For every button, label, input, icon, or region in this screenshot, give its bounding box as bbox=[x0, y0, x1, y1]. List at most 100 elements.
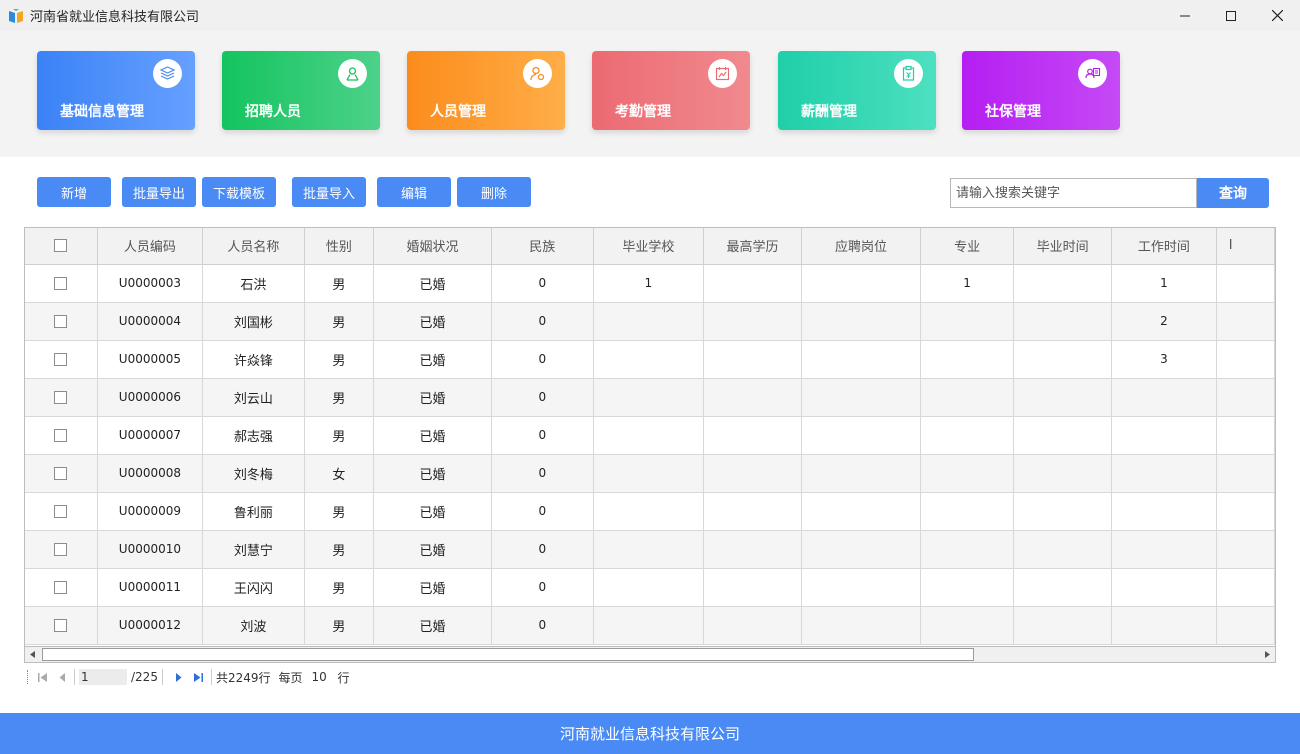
row-checkbox[interactable] bbox=[54, 467, 68, 480]
table-cell: 男 bbox=[304, 378, 374, 417]
add-button[interactable]: 新增 bbox=[37, 177, 111, 207]
minimize-button[interactable] bbox=[1162, 0, 1208, 31]
row-checkbox[interactable] bbox=[54, 543, 68, 556]
column-header[interactable]: 应聘岗位 bbox=[801, 228, 922, 265]
column-header[interactable]: 婚姻状况 bbox=[373, 228, 492, 265]
search-button[interactable]: 查询 bbox=[1197, 178, 1269, 208]
row-checkbox[interactable] bbox=[54, 581, 68, 594]
close-icon bbox=[1271, 10, 1283, 21]
select-all-checkbox[interactable] bbox=[54, 239, 68, 253]
table-row[interactable]: U0000007 郝志强男已婚 0 bbox=[25, 416, 1275, 455]
close-button[interactable] bbox=[1254, 0, 1300, 31]
column-header[interactable]: 专业 bbox=[920, 228, 1015, 265]
table-cell: 1 bbox=[593, 264, 705, 303]
maximize-icon bbox=[1226, 10, 1236, 21]
table-row[interactable]: U0000009 鲁利丽男已婚 0 bbox=[25, 492, 1275, 531]
row-select-cell[interactable] bbox=[25, 302, 98, 341]
row-checkbox[interactable] bbox=[54, 619, 68, 632]
row-checkbox[interactable] bbox=[54, 391, 68, 404]
scrollbar-thumb[interactable] bbox=[42, 648, 974, 661]
module-card-personnel[interactable]: 人员管理 bbox=[407, 51, 565, 130]
table-cell: 0 bbox=[491, 416, 594, 455]
table-cell bbox=[593, 454, 705, 493]
row-checkbox[interactable] bbox=[54, 429, 68, 442]
prev-page-button[interactable] bbox=[54, 669, 70, 685]
row-select-cell[interactable] bbox=[25, 606, 98, 645]
next-page-button[interactable] bbox=[171, 669, 187, 685]
table-row[interactable]: U0000004 刘国彬男已婚 0 2 bbox=[25, 302, 1275, 341]
scroll-left-button[interactable] bbox=[25, 647, 41, 662]
table-cell bbox=[801, 264, 922, 303]
table-cell: 0 bbox=[491, 302, 594, 341]
row-checkbox[interactable] bbox=[54, 315, 68, 328]
table-cell bbox=[593, 606, 705, 645]
horizontal-scrollbar[interactable] bbox=[24, 646, 1276, 663]
table-cell bbox=[1216, 264, 1275, 303]
row-select-cell[interactable] bbox=[25, 416, 98, 455]
row-select-cell[interactable] bbox=[25, 530, 98, 569]
column-header[interactable]: 毕业学校 bbox=[593, 228, 705, 265]
table-cell bbox=[920, 378, 1015, 417]
table-cell bbox=[920, 302, 1015, 341]
column-header[interactable]: 工作时间 bbox=[1111, 228, 1217, 265]
batch-import-button[interactable]: 批量导入 bbox=[292, 177, 366, 207]
table-cell bbox=[703, 340, 803, 379]
column-header[interactable]: 人员编码 bbox=[97, 228, 203, 265]
clipboard-money-icon bbox=[894, 59, 923, 88]
data-grid: 人员编码 人员名称 性别 婚姻状况 民族 毕业学校 最高学历 应聘岗位 专业 毕… bbox=[24, 227, 1276, 663]
first-page-button[interactable] bbox=[34, 669, 50, 685]
row-select-cell[interactable] bbox=[25, 264, 98, 303]
per-page-value[interactable]: 10 bbox=[312, 670, 334, 684]
column-header[interactable]: 人员名称 bbox=[202, 228, 305, 265]
row-select-cell[interactable] bbox=[25, 568, 98, 607]
edit-button[interactable]: 编辑 bbox=[377, 177, 451, 207]
module-card-attendance[interactable]: 考勤管理 bbox=[592, 51, 750, 130]
table-cell: 石洪 bbox=[202, 264, 305, 303]
module-card-recruit[interactable]: 招聘人员 bbox=[222, 51, 380, 130]
table-cell: 2 bbox=[1111, 302, 1217, 341]
scroll-right-button[interactable] bbox=[1259, 647, 1275, 662]
column-header[interactable]: 性别 bbox=[304, 228, 374, 265]
column-header[interactable]: 毕业时间 bbox=[1013, 228, 1113, 265]
table-row[interactable]: U0000006 刘云山男已婚 0 bbox=[25, 378, 1275, 417]
table-row[interactable]: U0000011 王闪闪男已婚 0 bbox=[25, 568, 1275, 607]
table-cell: U0000006 bbox=[97, 378, 203, 417]
table-cell bbox=[1111, 606, 1217, 645]
column-header[interactable]: 民族 bbox=[491, 228, 594, 265]
row-checkbox[interactable] bbox=[54, 353, 68, 366]
column-header[interactable]: I bbox=[1216, 228, 1275, 265]
table-cell bbox=[1216, 492, 1275, 531]
column-header[interactable]: 最高学历 bbox=[703, 228, 803, 265]
table-cell bbox=[1216, 378, 1275, 417]
table-cell bbox=[1013, 378, 1113, 417]
delete-button[interactable]: 删除 bbox=[457, 177, 531, 207]
table-cell: 已婚 bbox=[373, 302, 492, 341]
maximize-button[interactable] bbox=[1208, 0, 1254, 31]
row-checkbox[interactable] bbox=[54, 505, 68, 518]
table-cell: 刘波 bbox=[202, 606, 305, 645]
table-row[interactable]: U0000005 许焱锋男已婚 0 3 bbox=[25, 340, 1275, 379]
module-card-social-security[interactable]: 社保管理 bbox=[962, 51, 1120, 130]
table-cell bbox=[1013, 492, 1113, 531]
select-all-cell[interactable] bbox=[25, 228, 98, 265]
table-row[interactable]: U0000012 刘波男已婚 0 bbox=[25, 606, 1275, 645]
table-row[interactable]: U0000008 刘冬梅女已婚 0 bbox=[25, 454, 1275, 493]
download-template-button[interactable]: 下载模板 bbox=[202, 177, 276, 207]
per-page-label: 每页 bbox=[278, 670, 303, 685]
module-card-salary[interactable]: 薪酬管理 bbox=[778, 51, 936, 130]
row-select-cell[interactable] bbox=[25, 340, 98, 379]
current-page-input[interactable] bbox=[79, 669, 127, 685]
row-checkbox[interactable] bbox=[54, 277, 68, 290]
table-row[interactable]: U0000003 石洪男已婚 0 1 1 1 bbox=[25, 264, 1275, 303]
module-card-label: 考勤管理 bbox=[615, 104, 671, 120]
table-row[interactable]: U0000010 刘慧宁男已婚 0 bbox=[25, 530, 1275, 569]
row-select-cell[interactable] bbox=[25, 454, 98, 493]
search-input[interactable] bbox=[950, 178, 1197, 208]
row-select-cell[interactable] bbox=[25, 492, 98, 531]
last-page-button[interactable] bbox=[191, 669, 207, 685]
row-select-cell[interactable] bbox=[25, 378, 98, 417]
batch-export-button[interactable]: 批量导出 bbox=[122, 177, 196, 207]
module-card-basic-info[interactable]: 基础信息管理 bbox=[37, 51, 195, 130]
table-cell: 男 bbox=[304, 264, 374, 303]
module-card-label: 基础信息管理 bbox=[60, 104, 144, 120]
